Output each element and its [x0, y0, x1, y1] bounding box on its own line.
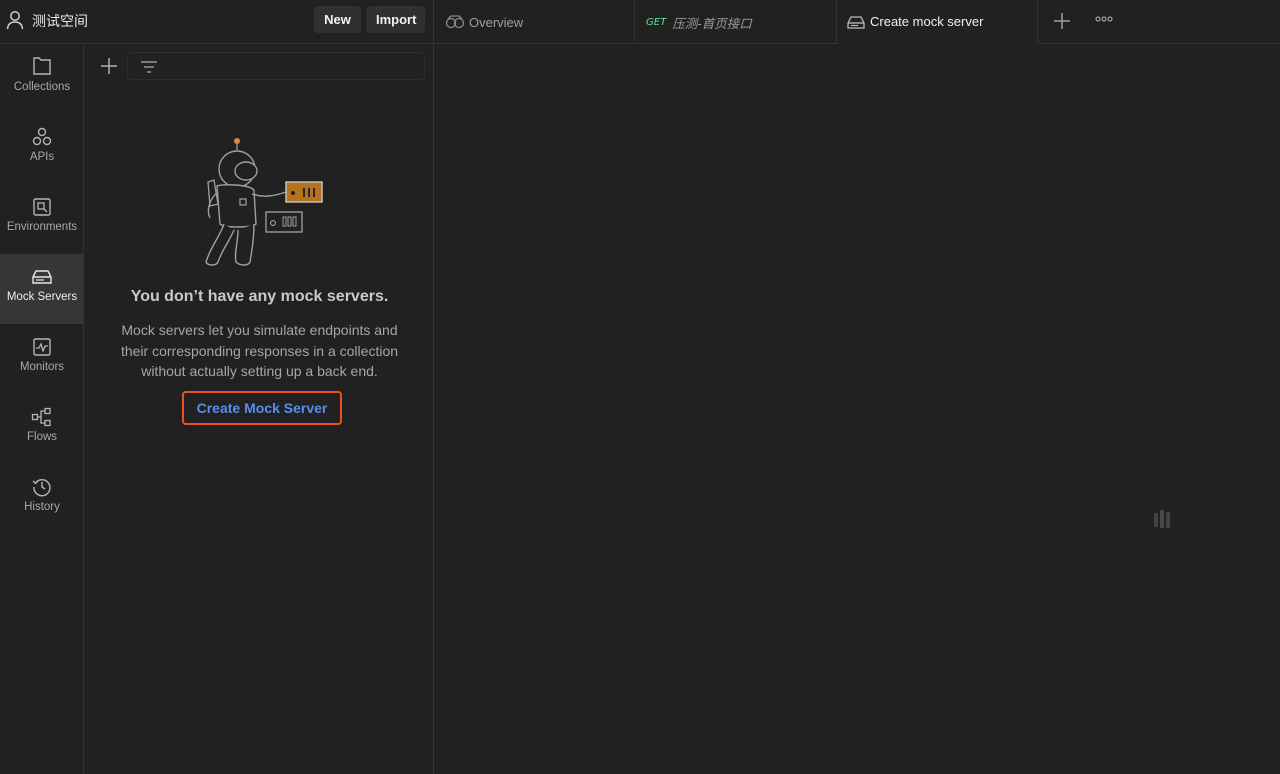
sidebar-item-collections[interactable]: Collections — [0, 44, 84, 114]
tab-overview[interactable]: Overview — [435, 0, 635, 44]
environments-icon — [33, 198, 51, 216]
sidebar-item-label: Monitors — [19, 361, 65, 373]
sidebar-item-label: APIs — [29, 151, 55, 163]
user-icon[interactable] — [6, 10, 24, 30]
tab-label: Create mock server — [870, 14, 984, 29]
tab-create-mock-server[interactable]: Create mock server — [838, 0, 1038, 44]
workspace-name[interactable]: 测试空间 — [32, 11, 88, 31]
mock-servers-panel: You don’t have any mock servers. Mock se… — [85, 44, 434, 774]
workspace-header: 测试空间 New Import — [0, 0, 434, 44]
new-tab-plus-icon[interactable] — [1050, 9, 1074, 33]
apis-icon — [32, 127, 52, 146]
collections-icon — [33, 57, 51, 75]
empty-state-title: You don’t have any mock servers. — [130, 288, 389, 305]
main-content — [435, 45, 1280, 774]
tab-label: Overview — [469, 14, 524, 30]
sidebar-nav: Collections APIs Environments Mock Serve… — [0, 44, 84, 774]
sidebar-item-flows[interactable]: Flows — [0, 394, 84, 464]
create-mock-server-button[interactable]: Create Mock Server — [182, 391, 342, 425]
history-icon — [32, 479, 51, 497]
add-icon[interactable] — [99, 56, 119, 76]
mock-servers-icon — [32, 270, 52, 284]
monitors-icon — [33, 338, 51, 356]
sidebar-item-label: Environments — [6, 221, 78, 233]
loading-icon — [1154, 510, 1170, 528]
sidebar-item-mock-servers[interactable]: Mock Servers — [0, 254, 84, 324]
http-method-badge: GET — [646, 16, 667, 28]
filter-icon[interactable] — [140, 59, 158, 75]
sidebar-item-label: Flows — [26, 431, 58, 443]
tab-request[interactable]: GET 压测-首页接口 — [636, 0, 837, 44]
sidebar-item-history[interactable]: History — [0, 464, 84, 534]
flows-icon — [31, 407, 51, 427]
sidebar-item-label: Mock Servers — [6, 291, 78, 303]
new-button[interactable]: New — [314, 6, 361, 33]
sidebar-item-apis[interactable]: APIs — [0, 114, 84, 184]
import-button[interactable]: Import — [366, 6, 425, 33]
overview-icon — [445, 15, 465, 29]
sidebar-item-label: History — [24, 501, 60, 513]
astronaut-illustration — [205, 138, 323, 266]
top-bar: 测试空间 New Import Overview GET 压测-首页接口 Cre… — [0, 0, 1280, 44]
sidebar-item-monitors[interactable]: Monitors — [0, 324, 84, 394]
tab-label: 压测-首页接口 — [672, 15, 752, 31]
sidebar-item-environments[interactable]: Environments — [0, 184, 84, 254]
mock-server-icon — [847, 15, 865, 29]
search-input[interactable] — [127, 52, 425, 80]
empty-state-description: Mock servers let you simulate endpoints … — [120, 322, 399, 379]
sidebar-item-label: Collections — [13, 81, 71, 93]
more-tabs-icon[interactable] — [1094, 12, 1114, 26]
